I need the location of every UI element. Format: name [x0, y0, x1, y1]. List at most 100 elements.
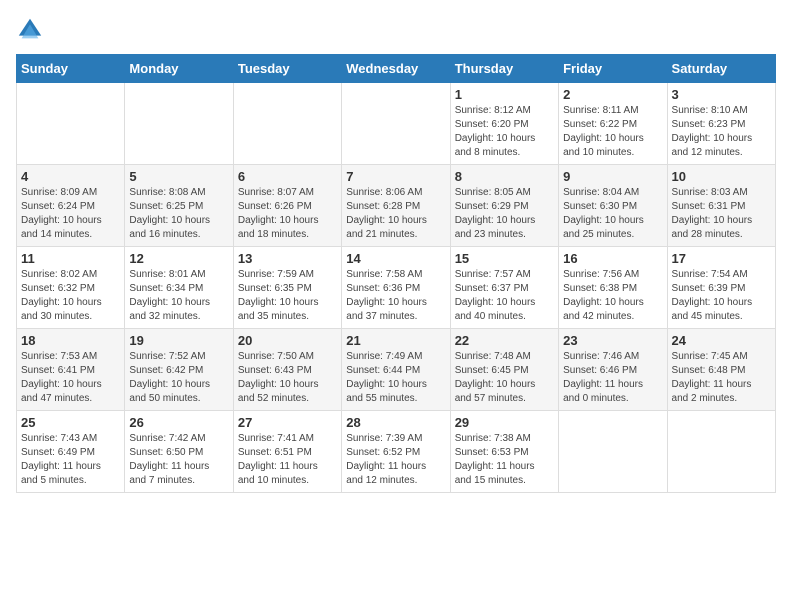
day-info: Sunrise: 7:49 AMSunset: 6:44 PMDaylight:… — [346, 350, 445, 406]
calendar-cell: 7 Sunrise: 8:06 AMSunset: 6:28 PMDaylight… — [342, 165, 450, 247]
calendar-body: 1 Sunrise: 8:12 AMSunset: 6:20 PMDaylight… — [17, 83, 776, 493]
calendar-cell: 20 Sunrise: 7:50 AMSunset: 6:43 PMDayligh… — [233, 329, 341, 411]
calendar-cell: 24 Sunrise: 7:45 AMSunset: 6:48 PMDayligh… — [667, 329, 775, 411]
day-number: 11 — [21, 251, 120, 266]
calendar-cell: 9 Sunrise: 8:04 AMSunset: 6:30 PMDaylight… — [559, 165, 667, 247]
calendar-cell: 13 Sunrise: 7:59 AMSunset: 6:35 PMDayligh… — [233, 247, 341, 329]
day-info: Sunrise: 7:42 AMSunset: 6:50 PMDaylight:… — [129, 432, 228, 488]
day-info: Sunrise: 7:52 AMSunset: 6:42 PMDaylight:… — [129, 350, 228, 406]
day-number: 21 — [346, 333, 445, 348]
day-number: 28 — [346, 415, 445, 430]
day-info: Sunrise: 7:39 AMSunset: 6:52 PMDaylight:… — [346, 432, 445, 488]
calendar-week-5: 25 Sunrise: 7:43 AMSunset: 6:49 PMDayligh… — [17, 411, 776, 493]
day-info: Sunrise: 8:10 AMSunset: 6:23 PMDaylight:… — [672, 104, 771, 160]
calendar-cell: 4 Sunrise: 8:09 AMSunset: 6:24 PMDaylight… — [17, 165, 125, 247]
day-info: Sunrise: 8:07 AMSunset: 6:26 PMDaylight:… — [238, 186, 337, 242]
day-number: 13 — [238, 251, 337, 266]
day-number: 7 — [346, 169, 445, 184]
day-number: 25 — [21, 415, 120, 430]
day-number: 22 — [455, 333, 554, 348]
calendar-cell — [17, 83, 125, 165]
calendar-cell — [342, 83, 450, 165]
day-number: 6 — [238, 169, 337, 184]
day-number: 19 — [129, 333, 228, 348]
day-info: Sunrise: 7:46 AMSunset: 6:46 PMDaylight:… — [563, 350, 662, 406]
day-number: 29 — [455, 415, 554, 430]
calendar-cell — [667, 411, 775, 493]
calendar-week-1: 1 Sunrise: 8:12 AMSunset: 6:20 PMDaylight… — [17, 83, 776, 165]
calendar-cell: 17Sunrise: 7:54 AMSunset: 6:39 PMDayligh… — [667, 247, 775, 329]
day-info: Sunrise: 7:53 AMSunset: 6:41 PMDaylight:… — [21, 350, 120, 406]
calendar-cell: 19 Sunrise: 7:52 AMSunset: 6:42 PMDayligh… — [125, 329, 233, 411]
day-info: Sunrise: 8:09 AMSunset: 6:24 PMDaylight:… — [21, 186, 120, 242]
day-info: Sunrise: 7:38 AMSunset: 6:53 PMDaylight:… — [455, 432, 554, 488]
calendar-cell: 3 Sunrise: 8:10 AMSunset: 6:23 PMDaylight… — [667, 83, 775, 165]
day-number: 27 — [238, 415, 337, 430]
calendar-cell: 25 Sunrise: 7:43 AMSunset: 6:49 PMDayligh… — [17, 411, 125, 493]
day-info: Sunrise: 7:54 AMSunset: 6:39 PMDaylight:… — [672, 268, 771, 324]
day-info: Sunrise: 8:04 AMSunset: 6:30 PMDaylight:… — [563, 186, 662, 242]
day-number: 14 — [346, 251, 445, 266]
day-info: Sunrise: 7:56 AMSunset: 6:38 PMDaylight:… — [563, 268, 662, 324]
calendar-cell: 28 Sunrise: 7:39 AMSunset: 6:52 PMDayligh… — [342, 411, 450, 493]
header-row: SundayMondayTuesdayWednesdayThursdayFrid… — [17, 55, 776, 83]
day-info: Sunrise: 7:41 AMSunset: 6:51 PMDaylight:… — [238, 432, 337, 488]
calendar-cell — [125, 83, 233, 165]
day-info: Sunrise: 8:06 AMSunset: 6:28 PMDaylight:… — [346, 186, 445, 242]
day-number: 9 — [563, 169, 662, 184]
header-day-saturday: Saturday — [667, 55, 775, 83]
day-number: 20 — [238, 333, 337, 348]
logo — [16, 16, 48, 44]
day-number: 3 — [672, 87, 771, 102]
calendar-cell: 2 Sunrise: 8:11 AMSunset: 6:22 PMDaylight… — [559, 83, 667, 165]
page-header — [16, 16, 776, 44]
day-number: 18 — [21, 333, 120, 348]
calendar-cell: 22Sunrise: 7:48 AMSunset: 6:45 PMDayligh… — [450, 329, 558, 411]
calendar-cell: 21 Sunrise: 7:49 AMSunset: 6:44 PMDayligh… — [342, 329, 450, 411]
day-info: Sunrise: 8:01 AMSunset: 6:34 PMDaylight:… — [129, 268, 228, 324]
day-info: Sunrise: 8:03 AMSunset: 6:31 PMDaylight:… — [672, 186, 771, 242]
header-day-wednesday: Wednesday — [342, 55, 450, 83]
calendar-cell: 15 Sunrise: 7:57 AMSunset: 6:37 PMDayligh… — [450, 247, 558, 329]
calendar-cell: 16 Sunrise: 7:56 AMSunset: 6:38 PMDayligh… — [559, 247, 667, 329]
day-info: Sunrise: 8:02 AMSunset: 6:32 PMDaylight:… — [21, 268, 120, 324]
day-number: 1 — [455, 87, 554, 102]
calendar-cell — [559, 411, 667, 493]
day-number: 10 — [672, 169, 771, 184]
header-day-tuesday: Tuesday — [233, 55, 341, 83]
day-info: Sunrise: 7:59 AMSunset: 6:35 PMDaylight:… — [238, 268, 337, 324]
calendar-cell: 18 Sunrise: 7:53 AMSunset: 6:41 PMDayligh… — [17, 329, 125, 411]
day-number: 12 — [129, 251, 228, 266]
day-info: Sunrise: 8:11 AMSunset: 6:22 PMDaylight:… — [563, 104, 662, 160]
calendar-cell: 1 Sunrise: 8:12 AMSunset: 6:20 PMDaylight… — [450, 83, 558, 165]
day-number: 2 — [563, 87, 662, 102]
calendar-header: SundayMondayTuesdayWednesdayThursdayFrid… — [17, 55, 776, 83]
day-number: 5 — [129, 169, 228, 184]
day-info: Sunrise: 8:08 AMSunset: 6:25 PMDaylight:… — [129, 186, 228, 242]
calendar-cell: 12 Sunrise: 8:01 AMSunset: 6:34 PMDayligh… — [125, 247, 233, 329]
calendar-week-4: 18 Sunrise: 7:53 AMSunset: 6:41 PMDayligh… — [17, 329, 776, 411]
day-number: 24 — [672, 333, 771, 348]
calendar-cell: 14 Sunrise: 7:58 AMSunset: 6:36 PMDayligh… — [342, 247, 450, 329]
day-info: Sunrise: 8:12 AMSunset: 6:20 PMDaylight:… — [455, 104, 554, 160]
day-info: Sunrise: 7:58 AMSunset: 6:36 PMDaylight:… — [346, 268, 445, 324]
header-day-sunday: Sunday — [17, 55, 125, 83]
calendar-cell: 5 Sunrise: 8:08 AMSunset: 6:25 PMDaylight… — [125, 165, 233, 247]
day-info: Sunrise: 7:57 AMSunset: 6:37 PMDaylight:… — [455, 268, 554, 324]
day-number: 15 — [455, 251, 554, 266]
day-number: 4 — [21, 169, 120, 184]
day-info: Sunrise: 7:45 AMSunset: 6:48 PMDaylight:… — [672, 350, 771, 406]
day-number: 8 — [455, 169, 554, 184]
day-info: Sunrise: 7:50 AMSunset: 6:43 PMDaylight:… — [238, 350, 337, 406]
day-number: 26 — [129, 415, 228, 430]
logo-icon — [16, 16, 44, 44]
day-info: Sunrise: 7:43 AMSunset: 6:49 PMDaylight:… — [21, 432, 120, 488]
header-day-monday: Monday — [125, 55, 233, 83]
calendar-cell: 23Sunrise: 7:46 AMSunset: 6:46 PMDayligh… — [559, 329, 667, 411]
calendar-cell: 11 Sunrise: 8:02 AMSunset: 6:32 PMDayligh… — [17, 247, 125, 329]
day-info: Sunrise: 8:05 AMSunset: 6:29 PMDaylight:… — [455, 186, 554, 242]
calendar-table: SundayMondayTuesdayWednesdayThursdayFrid… — [16, 54, 776, 493]
header-day-thursday: Thursday — [450, 55, 558, 83]
day-number: 16 — [563, 251, 662, 266]
calendar-cell — [233, 83, 341, 165]
